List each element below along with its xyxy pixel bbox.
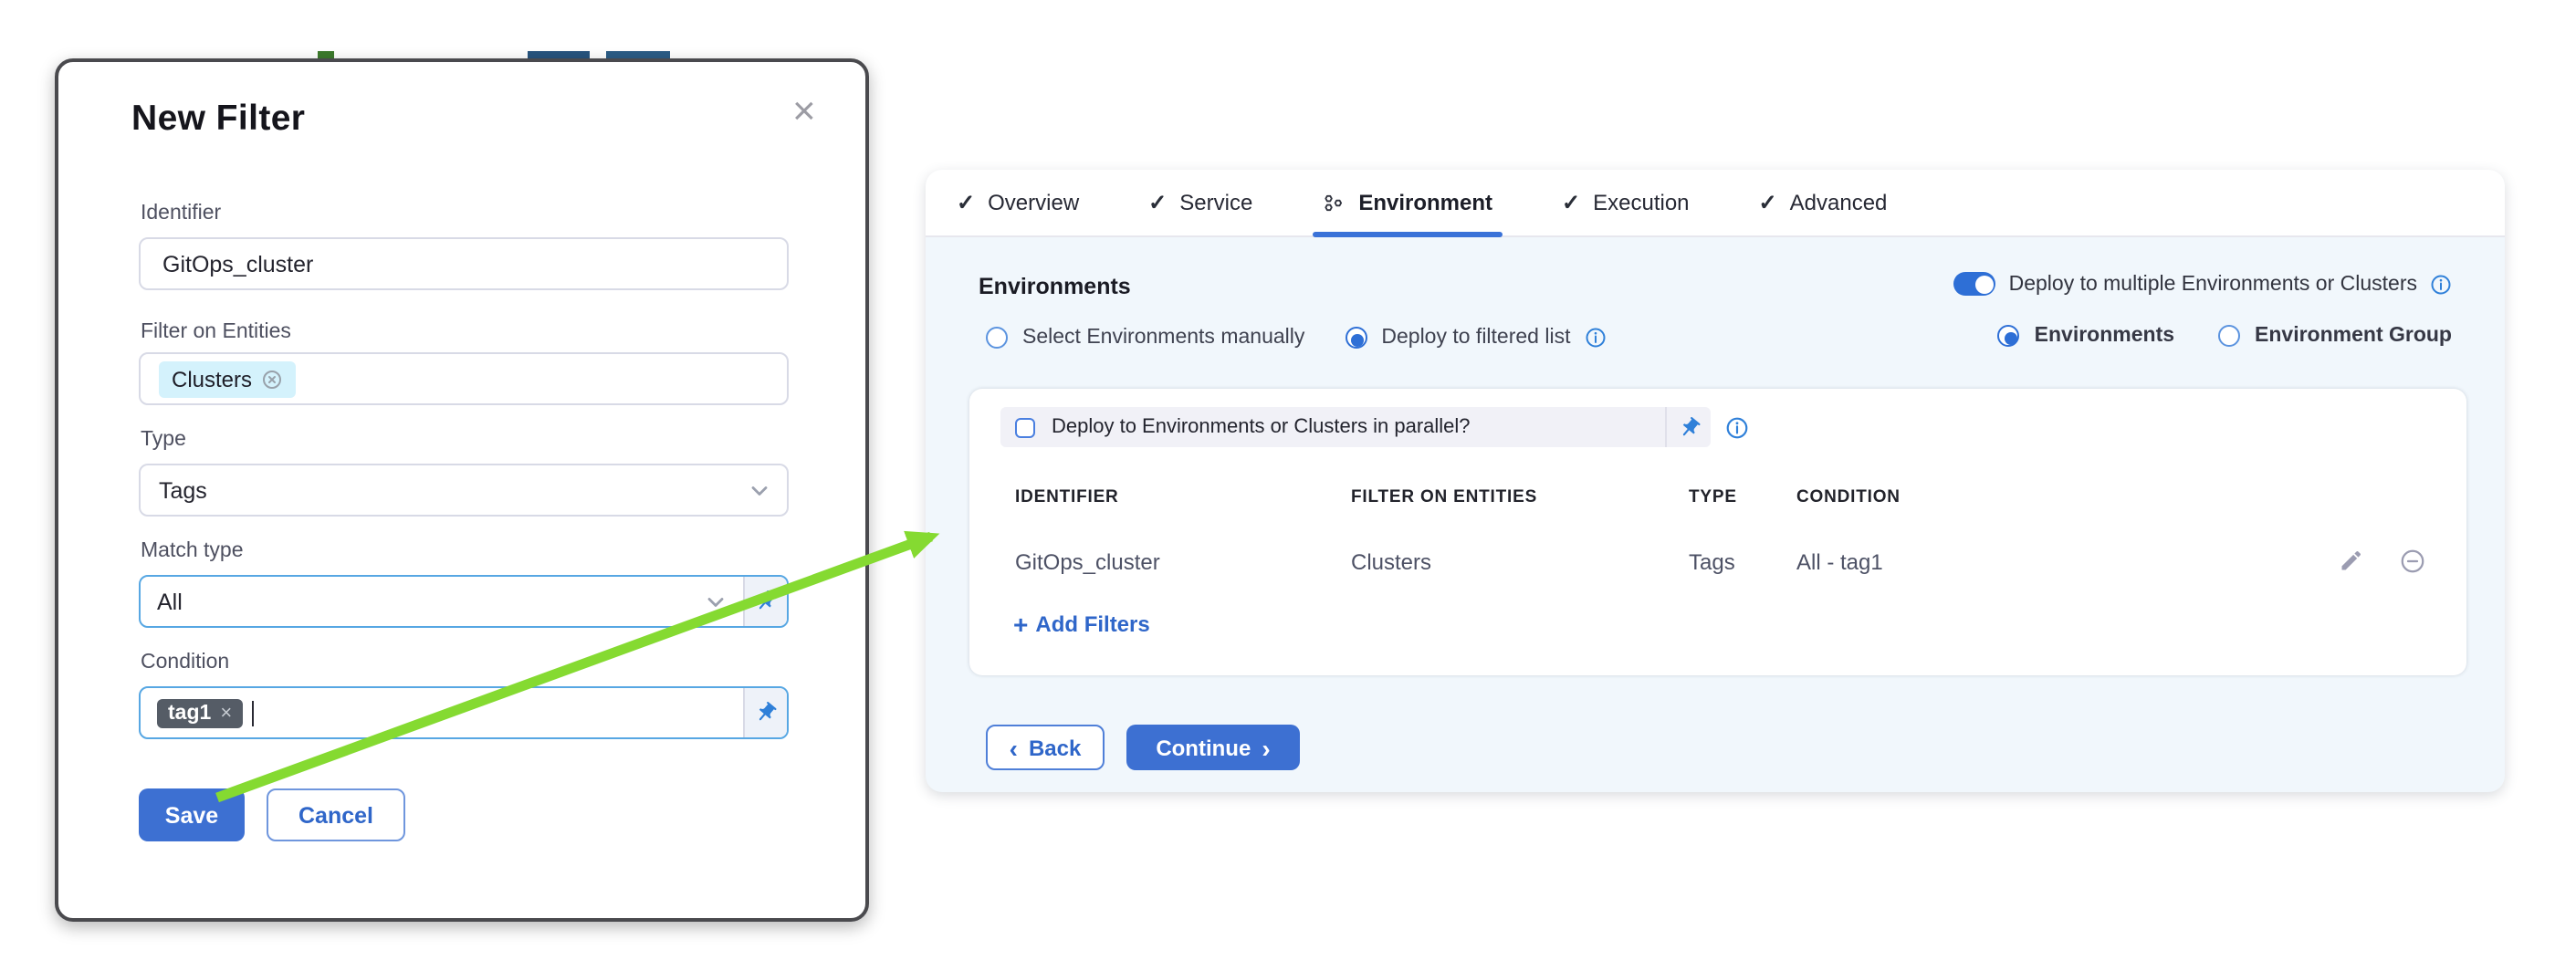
match-type-label: Match type bbox=[141, 540, 244, 562]
parallel-label: Deploy to Environments or Clusters in pa… bbox=[1052, 416, 1471, 438]
chevron-right-icon: › bbox=[1262, 733, 1270, 762]
entity-chip-label: Clusters bbox=[172, 366, 252, 392]
continue-label: Continue bbox=[1156, 735, 1251, 760]
active-tab-underline bbox=[1313, 232, 1502, 237]
radio-icon[interactable] bbox=[986, 327, 1008, 349]
radio-label: Environments bbox=[2035, 325, 2174, 347]
stage-tabbar: ✓ Overview ✓ Service Environment bbox=[926, 170, 2505, 237]
close-icon[interactable]: × bbox=[792, 88, 816, 135]
edit-pencil-icon[interactable] bbox=[2339, 548, 2364, 573]
pin-icon bbox=[1677, 415, 1701, 439]
check-icon: ✓ bbox=[1148, 190, 1167, 215]
row-identifier: GitOps_cluster bbox=[1015, 549, 1160, 575]
tab-execution[interactable]: ✓ Execution bbox=[1562, 170, 1690, 235]
modal-title: New Filter bbox=[131, 99, 305, 141]
deploy-mode-radio-group: Select Environments manually Deploy to f… bbox=[986, 327, 1607, 349]
environments-heading: Environments bbox=[979, 274, 1131, 299]
environment-icon bbox=[1322, 191, 1346, 214]
check-icon: ✓ bbox=[1562, 190, 1580, 215]
info-icon[interactable] bbox=[1725, 416, 1749, 440]
chevron-down-icon bbox=[747, 477, 772, 503]
multi-env-toggle-row: Deploy to multiple Environments or Clust… bbox=[1954, 272, 2452, 296]
new-filter-modal: New Filter × Identifier Filter on Entiti… bbox=[55, 58, 869, 922]
chip-remove-icon[interactable]: × bbox=[220, 702, 232, 724]
screenshot-stage: New Filter × Identifier Filter on Entiti… bbox=[0, 0, 2576, 971]
radio-select-manually[interactable]: Select Environments manually bbox=[986, 327, 1304, 349]
radio-deploy-filtered[interactable]: Deploy to filtered list bbox=[1345, 327, 1607, 349]
row-condition: All - tag1 bbox=[1796, 549, 1883, 575]
radio-icon[interactable] bbox=[2218, 325, 2240, 347]
chip-remove-icon[interactable] bbox=[261, 368, 283, 390]
toggle-label: Deploy to multiple Environments or Clust… bbox=[2009, 273, 2417, 295]
condition-label: Condition bbox=[141, 652, 229, 673]
identifier-input[interactable] bbox=[139, 237, 789, 290]
info-icon[interactable] bbox=[2430, 273, 2452, 295]
tab-service[interactable]: ✓ Service bbox=[1148, 170, 1252, 235]
match-type-select[interactable]: All bbox=[139, 575, 789, 628]
check-icon: ✓ bbox=[957, 190, 975, 215]
identifier-label: Identifier bbox=[141, 203, 221, 224]
toggle-on-switch[interactable] bbox=[1954, 272, 1996, 296]
save-button[interactable]: Save bbox=[139, 788, 245, 841]
filter-on-entities-label: Filter on Entities bbox=[141, 321, 291, 343]
type-label: Type bbox=[141, 429, 186, 451]
radio-label: Select Environments manually bbox=[1022, 327, 1304, 349]
radio-icon-selected[interactable] bbox=[1345, 327, 1367, 349]
remove-minus-icon[interactable] bbox=[2399, 548, 2426, 575]
row-type: Tags bbox=[1689, 549, 1735, 575]
radio-label: Deploy to filtered list bbox=[1381, 327, 1570, 349]
type-select[interactable]: Tags bbox=[139, 464, 789, 517]
pin-icon bbox=[754, 701, 778, 725]
runtime-input-segment[interactable] bbox=[1667, 407, 1711, 447]
text-cursor bbox=[252, 700, 254, 726]
check-icon: ✓ bbox=[1759, 190, 1777, 215]
pipeline-stage-panel: ✓ Overview ✓ Service Environment bbox=[926, 170, 2505, 792]
match-type-value: All bbox=[157, 589, 703, 614]
env-target-radio-group: Environments Environment Group bbox=[1998, 325, 2452, 347]
chevron-down-icon bbox=[703, 589, 728, 614]
tab-label: Overview bbox=[988, 190, 1079, 215]
condition-input[interactable]: tag1 × bbox=[139, 686, 789, 739]
tab-label: Advanced bbox=[1790, 190, 1888, 215]
parallel-deploy-bar: Deploy to Environments or Clusters in pa… bbox=[1000, 407, 1711, 447]
tab-environment[interactable]: Environment bbox=[1322, 170, 1492, 235]
condition-chip: tag1 × bbox=[157, 698, 243, 727]
filter-on-entities-input[interactable]: Clusters bbox=[139, 352, 789, 405]
filters-card: Deploy to Environments or Clusters in pa… bbox=[969, 389, 2466, 675]
radio-icon-selected[interactable] bbox=[1998, 325, 2020, 347]
col-header-identifier: IDENTIFIER bbox=[1015, 487, 1119, 507]
col-header-type: TYPE bbox=[1689, 487, 1737, 507]
tab-label: Service bbox=[1179, 190, 1252, 215]
condition-chip-label: tag1 bbox=[168, 702, 211, 724]
tab-label: Execution bbox=[1593, 190, 1689, 215]
row-filter-on-entities: Clusters bbox=[1351, 549, 1431, 575]
radio-label: Environment Group bbox=[2255, 325, 2452, 347]
col-header-filter-on-entities: FILTER ON ENTITIES bbox=[1351, 487, 1537, 507]
cancel-button[interactable]: Cancel bbox=[267, 788, 405, 841]
entity-chip: Clusters bbox=[159, 360, 296, 397]
tab-advanced[interactable]: ✓ Advanced bbox=[1759, 170, 1888, 235]
pin-icon bbox=[754, 590, 778, 613]
type-value: Tags bbox=[159, 477, 747, 503]
back-label: Back bbox=[1029, 735, 1081, 760]
tab-label: Environment bbox=[1358, 190, 1492, 215]
tab-overview[interactable]: ✓ Overview bbox=[957, 170, 1079, 235]
runtime-input-segment[interactable] bbox=[743, 577, 787, 626]
runtime-input-segment[interactable] bbox=[743, 688, 787, 737]
chevron-left-icon: ‹ bbox=[1010, 733, 1018, 762]
radio-environment-group[interactable]: Environment Group bbox=[2218, 325, 2452, 347]
plus-icon: + bbox=[1013, 610, 1028, 639]
radio-environments[interactable]: Environments bbox=[1998, 325, 2174, 347]
continue-button[interactable]: Continue › bbox=[1126, 725, 1300, 770]
parallel-checkbox[interactable] bbox=[1015, 417, 1035, 437]
info-icon[interactable] bbox=[1585, 327, 1607, 349]
add-filters-label: Add Filters bbox=[1035, 611, 1149, 637]
add-filters-button[interactable]: + Add Filters bbox=[1013, 610, 1150, 639]
back-button[interactable]: ‹ Back bbox=[986, 725, 1105, 770]
col-header-condition: CONDITION bbox=[1796, 487, 1901, 507]
